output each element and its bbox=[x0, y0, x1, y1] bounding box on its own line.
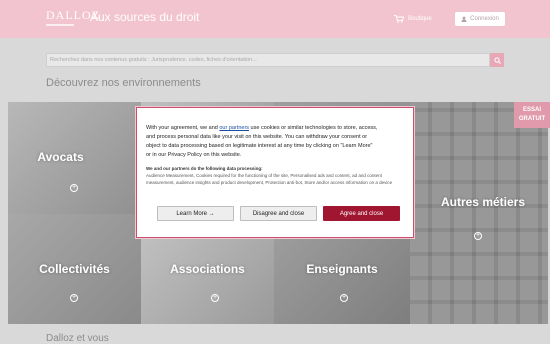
cookie-consent-dialog: With your agreement, we and our partners… bbox=[136, 107, 414, 238]
consent-buttons: Learn More → Disagree and close Agree an… bbox=[157, 206, 400, 221]
partners-link[interactable]: our partners bbox=[219, 125, 249, 131]
disagree-button[interactable]: Disagree and close bbox=[240, 206, 317, 221]
learn-more-button[interactable]: Learn More → bbox=[157, 206, 234, 221]
agree-button[interactable]: Agree and close bbox=[323, 206, 400, 221]
processing-list: Audience Measurement, Cookies required f… bbox=[146, 173, 393, 185]
consent-text: With your agreement, we and our partners… bbox=[146, 124, 378, 160]
consent-text-before: With your agreement, we and bbox=[146, 125, 220, 131]
processing-heading: We and our partners do the following dat… bbox=[146, 166, 263, 171]
processing-details: We and our partners do the following dat… bbox=[146, 165, 404, 186]
